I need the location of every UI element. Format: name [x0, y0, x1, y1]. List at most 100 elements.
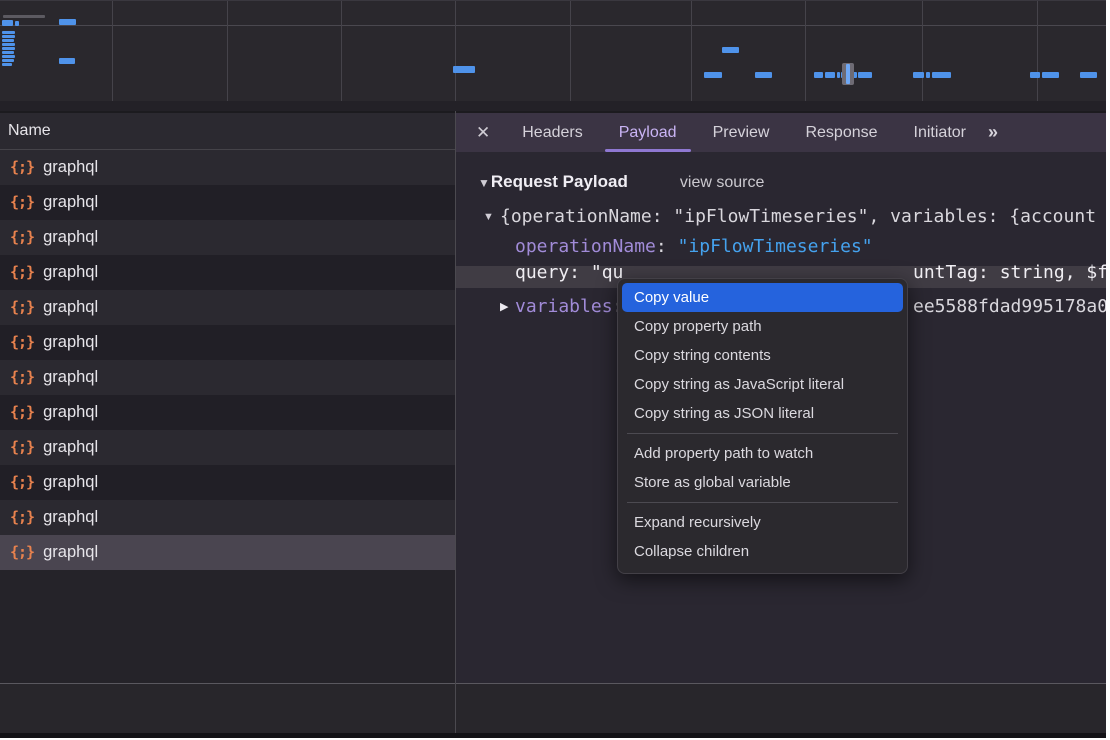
json-icon: {;}: [10, 290, 34, 325]
detail-tabbar: ✕ HeadersPayloadPreviewResponseInitiator…: [456, 113, 1106, 153]
request-payload-header: ▼Request Payload view source: [478, 167, 764, 197]
timeline-bar: [932, 72, 951, 78]
network-request-row[interactable]: {;} graphql: [0, 430, 455, 465]
menu-separator: [627, 433, 898, 434]
request-name: graphql: [43, 395, 98, 430]
json-icon: {;}: [10, 500, 34, 535]
panel-divider[interactable]: [455, 111, 456, 733]
network-request-row[interactable]: {;}graphql: [0, 150, 455, 185]
network-request-row[interactable]: {;} graphql: [0, 500, 455, 535]
timeline-bar: [926, 72, 930, 78]
network-request-row[interactable]: {;}graphql: [0, 535, 455, 570]
menu-item-copy-string-as-json-literal[interactable]: Copy string as JSON literal: [618, 399, 907, 428]
timeline-bar: [2, 55, 15, 58]
timeline-bar: [1042, 72, 1059, 78]
menu-item-expand-recursively[interactable]: Expand recursively: [618, 508, 907, 537]
request-rows: {;} graphql {;} graphql {;} graphql {;} graphql…: [0, 150, 455, 570]
tab-headers[interactable]: Headers: [504, 114, 600, 152]
network-overview-timeline[interactable]: [0, 1, 1106, 111]
menu-item-copy-string-as-javascript-literal[interactable]: Copy string as JavaScript literal: [618, 370, 907, 399]
json-icon: {;}: [10, 395, 34, 430]
timeline-bar: [1080, 72, 1097, 78]
network-request-row[interactable]: {;} graphql: [0, 395, 455, 430]
menu-item-add-property-path-to-watch[interactable]: Add property path to watch: [618, 439, 907, 468]
menu-separator: [627, 502, 898, 503]
timeline-gridline: [227, 1, 228, 111]
request-name: graphql: [43, 535, 98, 570]
collapse-caret-icon[interactable]: ▼: [478, 176, 490, 190]
timeline-bar: [2, 63, 12, 66]
json-icon: {;}: [10, 360, 34, 395]
menu-item-copy-property-path[interactable]: Copy property path: [618, 312, 907, 341]
tab-payload[interactable]: Payload: [601, 114, 695, 152]
variables-text: variables:: [515, 292, 623, 322]
timeline-gridline: [341, 1, 342, 111]
json-icon: {;}: [10, 185, 34, 220]
json-icon: {;}: [10, 325, 34, 360]
timeline-bar: [2, 51, 14, 54]
timeline-bar: [3, 15, 45, 18]
operation-name-row[interactable]: operationName: "ipFlowTimeseries": [456, 232, 1106, 262]
json-icon: {;}: [10, 465, 34, 500]
menu-item-collapse-children[interactable]: Collapse children: [618, 537, 907, 566]
timeline-bar: [59, 19, 76, 25]
property-key: operationName: [515, 236, 656, 257]
timeline-bar: [15, 21, 19, 26]
close-icon[interactable]: ✕: [476, 123, 490, 143]
variables-text-right: ee5588fdad995178a0: [913, 292, 1106, 322]
operation-name-text: operationName: "ipFlowTimeseries": [515, 232, 873, 262]
tab-response[interactable]: Response: [787, 114, 895, 152]
timeline-bar: [704, 72, 722, 78]
expand-caret-icon[interactable]: ▶: [500, 292, 508, 322]
timeline-marker-tick-icon: [846, 64, 850, 84]
request-name: graphql: [43, 325, 98, 360]
request-payload-title: Request Payload: [491, 172, 628, 191]
timeline-bar: [59, 58, 75, 64]
timeline-horizontal-gridline: [0, 25, 1106, 26]
timeline-bar: [825, 72, 835, 78]
property-value-string: "ipFlowTimeseries": [678, 236, 873, 257]
timeline-bar: [837, 72, 840, 78]
timeline-gridline: [922, 1, 923, 111]
timeline-bar: [2, 43, 15, 46]
network-request-row[interactable]: {;} graphql: [0, 360, 455, 395]
payload-root-row[interactable]: ▼ {operationName: "ipFlowTimeseries", va…: [456, 202, 1106, 232]
timeline-bottom-band: [0, 101, 1106, 111]
network-request-row[interactable]: {;}graphql: [0, 220, 455, 255]
payload-preview-text: {operationName: "ipFlowTimeseries", vari…: [500, 202, 1096, 232]
name-column-header[interactable]: Name: [0, 113, 455, 150]
request-name: graphql: [43, 220, 98, 255]
timeline-gridline: [691, 1, 692, 111]
request-name: graphql: [43, 360, 98, 395]
timeline-bar: [2, 20, 13, 26]
network-request-row[interactable]: {;} graphql: [0, 465, 455, 500]
request-name: graphql: [43, 185, 98, 220]
timeline-gridline: [112, 1, 113, 111]
tab-overflow-icon[interactable]: »: [988, 122, 996, 143]
request-name: graphql: [43, 500, 98, 535]
timeline-gridline: [1037, 1, 1038, 111]
tab-preview[interactable]: Preview: [695, 114, 788, 152]
menu-item-copy-string-contents[interactable]: Copy string contents: [618, 341, 907, 370]
network-request-row[interactable]: {;}graphql: [0, 255, 455, 290]
devtools-network-panel: Name {;}graphql{;}graphql{;}graphql{;}gr…: [0, 0, 1106, 738]
key-separator: :: [656, 236, 678, 257]
request-name: graphql: [43, 465, 98, 500]
json-icon: {;}: [10, 430, 34, 465]
window-bottom-edge: [0, 733, 1106, 738]
timeline-gridline: [805, 1, 806, 111]
request-name: graphql: [43, 255, 98, 290]
timeline-bar: [755, 72, 772, 78]
requests-list-panel: Name {;}graphql{;}graphql{;}graphql{;}gr…: [0, 113, 455, 733]
timeline-bar: [1030, 72, 1040, 78]
expand-caret-icon[interactable]: ▼: [483, 202, 494, 232]
menu-item-store-as-global-variable[interactable]: Store as global variable: [618, 468, 907, 497]
menu-item-copy-value[interactable]: Copy value: [622, 283, 903, 312]
view-source-link[interactable]: view source: [680, 174, 764, 191]
json-icon: {;}: [10, 150, 34, 185]
network-request-row[interactable]: {;} graphql: [0, 185, 455, 220]
tab-initiator[interactable]: Initiator: [896, 114, 984, 152]
request-name: graphql: [43, 430, 98, 465]
network-request-row[interactable]: {;} graphql: [0, 325, 455, 360]
network-request-row[interactable]: {;}graphql: [0, 290, 455, 325]
